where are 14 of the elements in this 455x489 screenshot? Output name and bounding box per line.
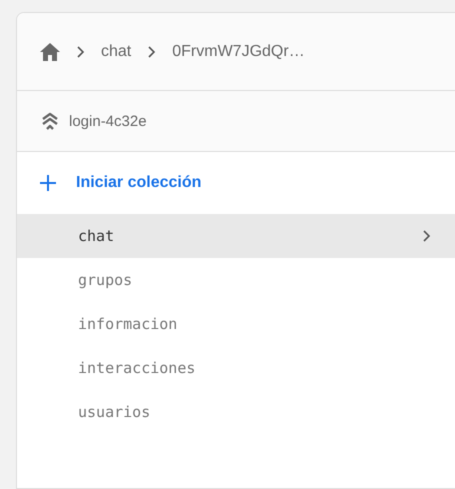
home-icon[interactable] (40, 42, 60, 60)
collection-item[interactable]: usuarios (17, 390, 455, 434)
plus-icon (40, 175, 56, 191)
collection-item[interactable]: grupos (17, 258, 455, 302)
breadcrumb-link[interactable]: 0FrvmW7JGdQr… (172, 42, 305, 60)
collection-item[interactable]: informacion (17, 302, 455, 346)
chevron-icon (76, 46, 85, 58)
chevron-icon (422, 230, 431, 242)
breadcrumb-link[interactable]: chat (101, 42, 132, 60)
start-collection-button[interactable]: Iniciar colección (40, 174, 202, 192)
chevron-icon (147, 46, 156, 58)
collection-item[interactable]: interacciones (17, 346, 455, 390)
project-name: login-4c32e (69, 112, 147, 130)
collection-item[interactable]: chat (17, 214, 455, 258)
